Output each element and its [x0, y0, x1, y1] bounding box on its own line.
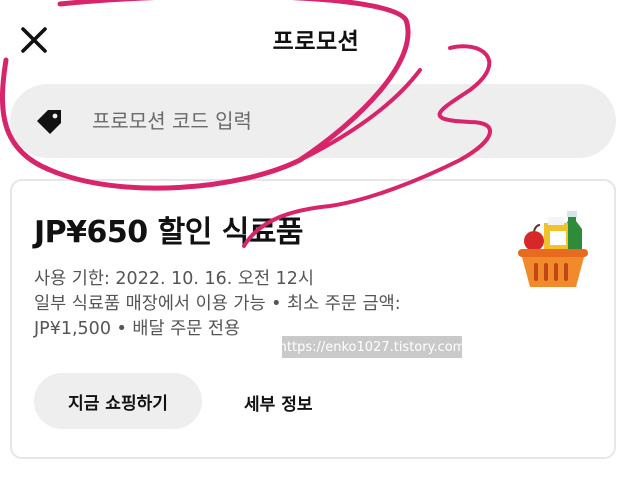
promo-title: JP¥650 할인 식료품: [34, 215, 304, 250]
grocery-basket-icon: [518, 211, 588, 287]
watermark: https://enko1027.tistory.com: [279, 336, 465, 358]
promo-code-input[interactable]: [90, 108, 534, 134]
shop-now-button[interactable]: 지금 쇼핑하기: [34, 373, 202, 429]
page-title: 프로모션: [272, 29, 360, 55]
promo-card: JP¥650 할인 식료품 사용 기한: 2022. 10. 16. 오전 12…: [10, 179, 616, 459]
details-link[interactable]: 세부 정보: [244, 390, 312, 415]
promo-code-field[interactable]: [10, 84, 616, 158]
promo-details: 사용 기한: 2022. 10. 16. 오전 12시 일부 식료품 매장에서 …: [34, 267, 504, 342]
tag-icon: [34, 104, 68, 138]
promo-expiry: 사용 기한: 2022. 10. 16. 오전 12시: [34, 269, 315, 289]
promo-condition-line: 일부 식료품 매장에서 이용 가능 • 최소 주문 금액:: [34, 294, 401, 314]
